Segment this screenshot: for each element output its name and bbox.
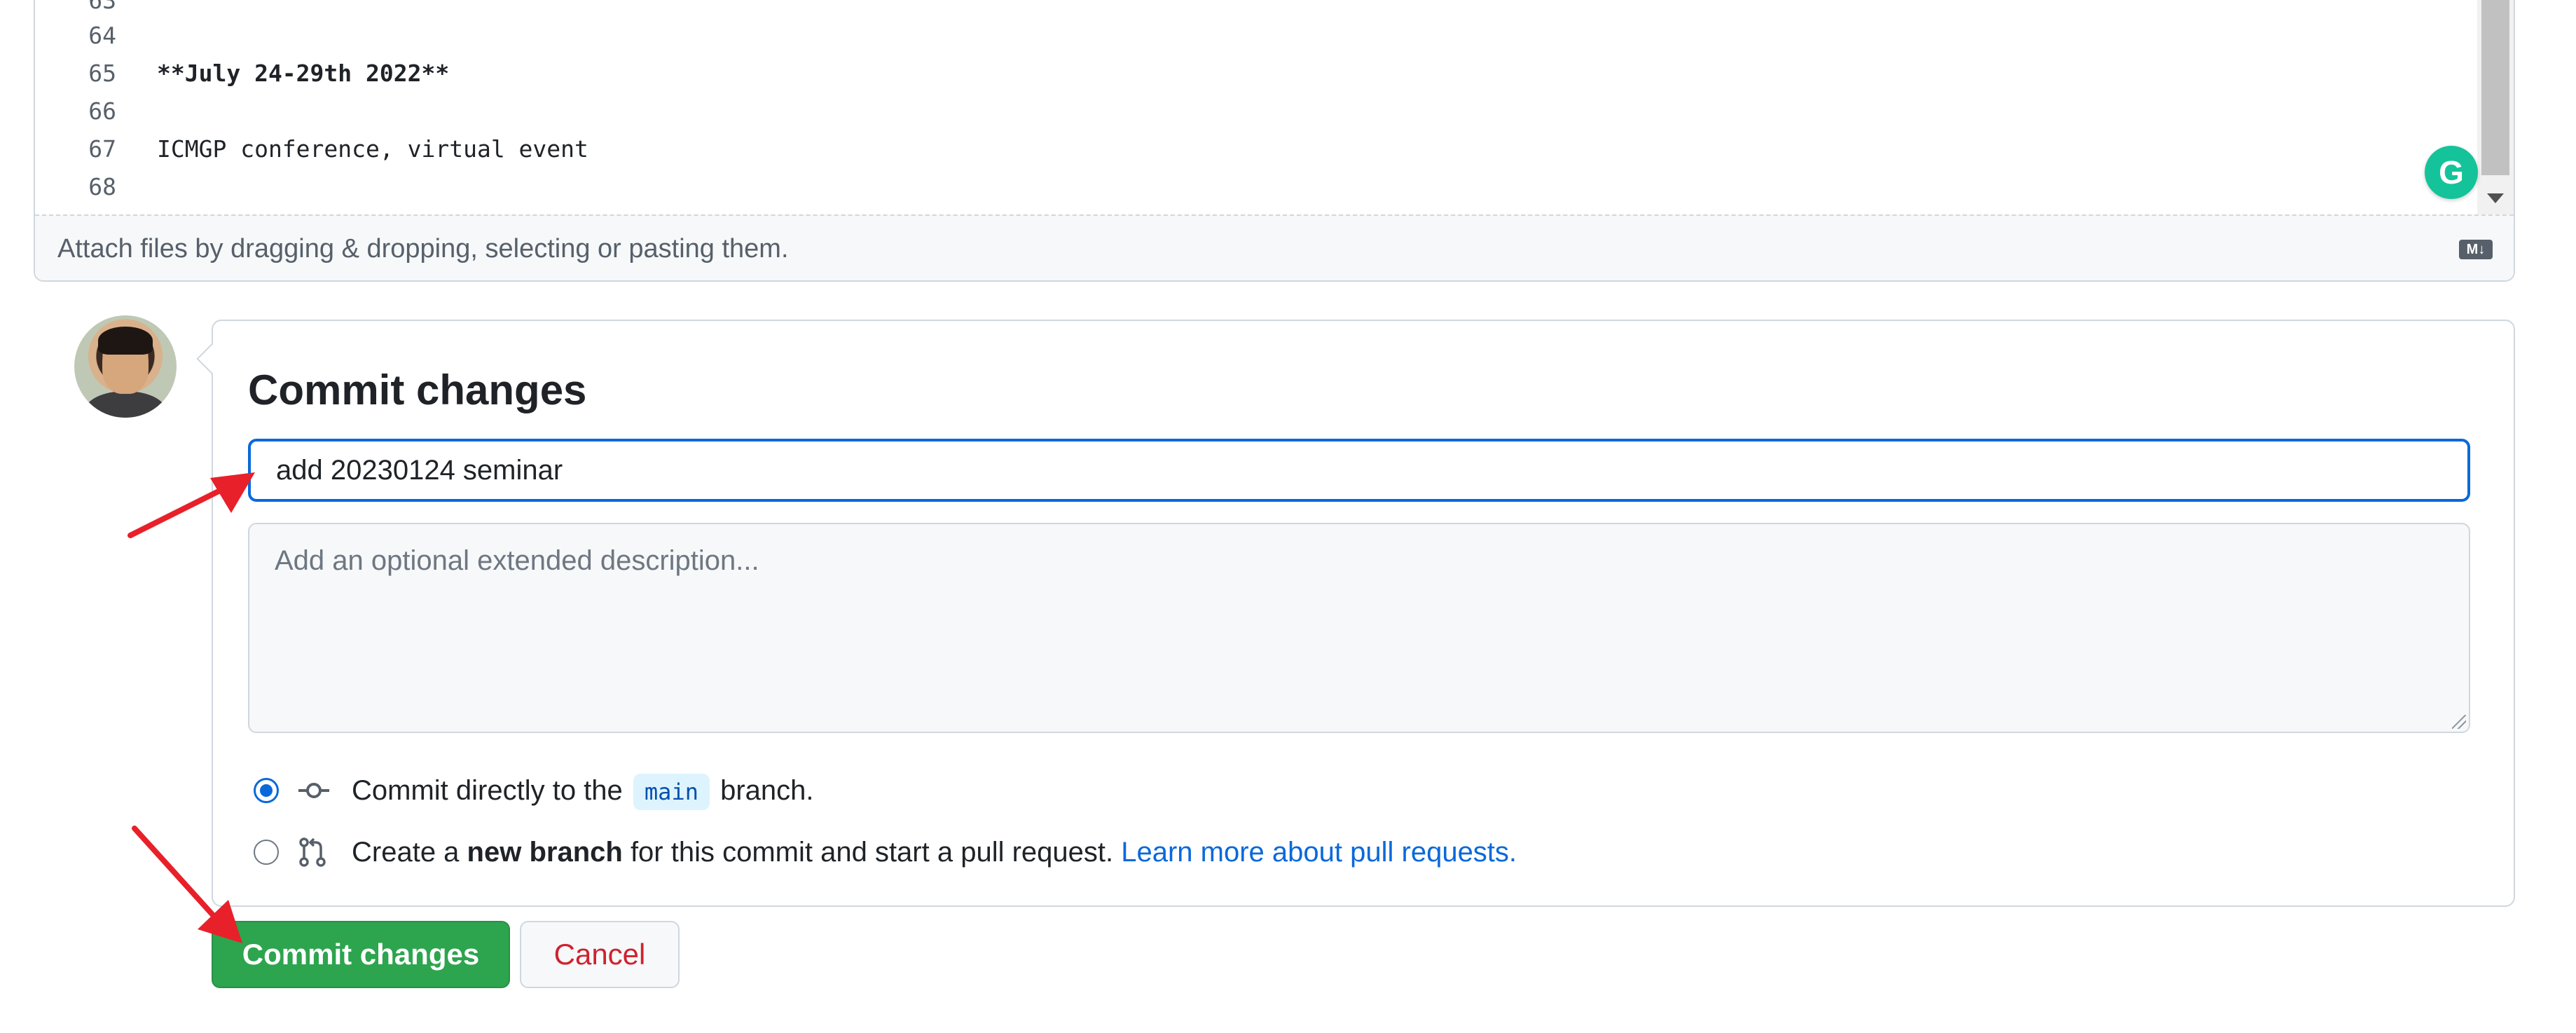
line-number: 68 xyxy=(88,173,116,200)
option-commit-directly-label: Commit directly to the main branch. xyxy=(352,769,814,812)
markdown-icon[interactable]: M↓ xyxy=(2459,240,2493,259)
option-text: for this commit and start a pull request… xyxy=(630,837,1114,868)
line-number: 67 xyxy=(88,135,116,163)
commit-summary-input[interactable] xyxy=(248,439,2470,502)
option-text-bold: new branch xyxy=(467,837,623,868)
grammarly-icon[interactable]: G xyxy=(2425,146,2478,199)
radio-commit-directly[interactable] xyxy=(254,778,279,803)
line-content: ICMGP conference, virtual event xyxy=(157,135,588,163)
speech-pointer xyxy=(196,343,228,375)
avatar-hair xyxy=(98,327,153,355)
line-content: **July 24-29th 2022** xyxy=(157,60,450,87)
git-pull-request-icon xyxy=(299,837,326,867)
avatar xyxy=(74,315,177,418)
line-number: 64 xyxy=(88,22,116,49)
cancel-button[interactable]: Cancel xyxy=(520,921,680,988)
attach-files-bar[interactable]: Attach files by dragging & dropping, sel… xyxy=(35,214,2514,280)
scroll-down-arrow-icon[interactable] xyxy=(2487,193,2504,203)
editor-scrollbar[interactable] xyxy=(2477,0,2514,214)
resize-handle-icon[interactable] xyxy=(2452,715,2466,729)
option-text: Commit directly to the xyxy=(352,775,623,806)
avatar-shirt xyxy=(84,391,167,418)
commit-changes-button[interactable]: Commit changes xyxy=(212,921,510,988)
file-editor: 63 64 65 **July 24-29th 2022** 66 67 ICM… xyxy=(34,0,2515,282)
commit-form: Commit changes Commit directly to the ma… xyxy=(196,320,2515,907)
commit-title: Commit changes xyxy=(248,367,587,413)
git-commit-icon xyxy=(298,783,329,798)
scrollbar-thumb[interactable] xyxy=(2481,0,2509,175)
branch-name-chip: main xyxy=(633,774,710,810)
option-new-branch-label: Create a new branch for this commit and … xyxy=(352,831,1517,873)
option-text: Create a xyxy=(352,837,460,868)
learn-more-pull-requests-link[interactable]: Learn more about pull requests. xyxy=(1121,837,1517,868)
radio-new-branch[interactable] xyxy=(254,840,279,865)
code-area[interactable]: 63 64 65 **July 24-29th 2022** 66 67 ICM… xyxy=(35,0,2477,214)
line-number: 65 xyxy=(88,60,116,87)
line-number: 66 xyxy=(88,97,116,125)
commit-description-input[interactable] xyxy=(248,523,2470,733)
option-text: branch. xyxy=(720,775,814,806)
attach-hint: Attach files by dragging & dropping, sel… xyxy=(57,234,789,264)
